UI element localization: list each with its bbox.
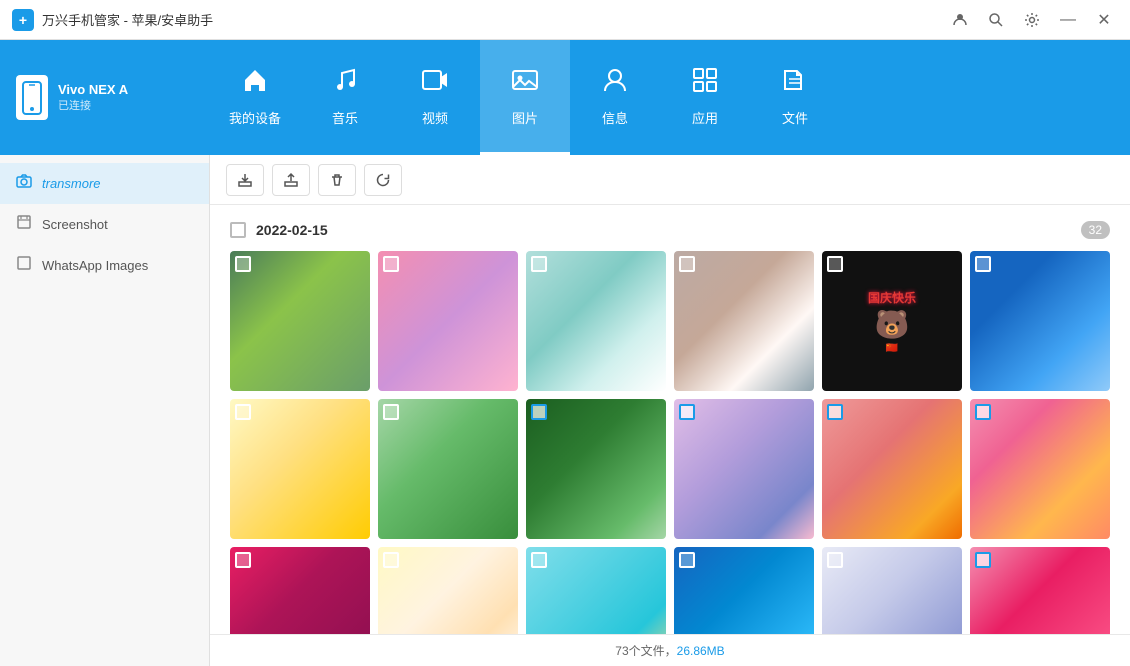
image-thumb[interactable] bbox=[378, 251, 518, 391]
nav-label-files: 文件 bbox=[782, 108, 808, 127]
date-count: 32 bbox=[1081, 221, 1110, 239]
image-thumb[interactable] bbox=[378, 399, 518, 539]
sidebar-label-whatsapp: WhatsApp Images bbox=[42, 258, 148, 273]
gallery-area[interactable]: 2022-02-15 32 bbox=[210, 205, 1130, 634]
thumb-checkbox[interactable] bbox=[827, 404, 843, 420]
thumb-checkbox[interactable] bbox=[235, 404, 251, 420]
toolbar bbox=[210, 155, 1130, 205]
device-name: Vivo NEX A bbox=[58, 82, 128, 97]
image-thumb[interactable] bbox=[230, 251, 370, 391]
title-bar: + 万兴手机管家 - 苹果/安卓助手 — ✕ bbox=[0, 0, 1130, 40]
thumb-checkbox[interactable] bbox=[531, 256, 547, 272]
thumb-checkbox[interactable] bbox=[679, 552, 695, 568]
nav-item-photos[interactable]: 图片 bbox=[480, 40, 570, 155]
apps-icon bbox=[690, 65, 720, 102]
nav-label-apps: 应用 bbox=[692, 108, 718, 127]
thumb-checkbox[interactable] bbox=[383, 552, 399, 568]
thumb-checkbox[interactable] bbox=[679, 256, 695, 272]
export-button[interactable] bbox=[272, 164, 310, 196]
thumb-checkbox[interactable] bbox=[235, 256, 251, 272]
image-thumb[interactable] bbox=[970, 251, 1110, 391]
image-thumb[interactable] bbox=[970, 399, 1110, 539]
thumb-checkbox[interactable] bbox=[531, 552, 547, 568]
footer: 73个文件， 26.86MB bbox=[210, 634, 1130, 666]
date-select-checkbox[interactable] bbox=[230, 222, 246, 238]
app-title: 万兴手机管家 - 苹果/安卓助手 bbox=[42, 10, 946, 29]
search-icon[interactable] bbox=[982, 6, 1010, 34]
image-thumb[interactable] bbox=[674, 547, 814, 634]
thumb-checkbox[interactable] bbox=[383, 404, 399, 420]
image-grid: 国庆快乐 🐻 🇨🇳 bbox=[230, 251, 1110, 634]
nav-label-music: 音乐 bbox=[332, 108, 358, 127]
date-header: 2022-02-15 32 bbox=[230, 221, 1110, 239]
messages-icon bbox=[600, 65, 630, 102]
nav-label-my-device: 我的设备 bbox=[229, 108, 281, 127]
image-thumb[interactable] bbox=[674, 251, 814, 391]
nav-items: 我的设备 音乐 视频 图片 信息 bbox=[210, 40, 1130, 155]
sidebar-label-screenshot: Screenshot bbox=[42, 217, 108, 232]
sidebar-item-screenshot[interactable]: Screenshot bbox=[0, 204, 209, 245]
device-info: Vivo NEX A 已连接 bbox=[0, 40, 210, 155]
thumb-checkbox[interactable] bbox=[975, 404, 991, 420]
footer-count: 73个文件， bbox=[615, 642, 676, 659]
content-area: 2022-02-15 32 bbox=[210, 155, 1130, 666]
image-thumb[interactable] bbox=[526, 251, 666, 391]
date-group: 2022-02-15 32 bbox=[230, 221, 1110, 634]
thumb-checkbox[interactable] bbox=[679, 404, 695, 420]
nav-label-video: 视频 bbox=[422, 108, 448, 127]
thumb-checkbox[interactable] bbox=[235, 552, 251, 568]
delete-button[interactable] bbox=[318, 164, 356, 196]
sidebar-label-transmore: transmore bbox=[42, 176, 101, 191]
window-controls: — ✕ bbox=[946, 6, 1118, 34]
nav-item-my-device[interactable]: 我的设备 bbox=[210, 40, 300, 155]
minimize-button[interactable]: — bbox=[1054, 6, 1082, 34]
camera-icon bbox=[16, 173, 32, 194]
refresh-button[interactable] bbox=[364, 164, 402, 196]
device-status: 已连接 bbox=[58, 97, 128, 113]
image-thumb[interactable] bbox=[230, 547, 370, 634]
account-icon[interactable] bbox=[946, 6, 974, 34]
image-thumb[interactable] bbox=[822, 547, 962, 634]
footer-size: 26.86MB bbox=[677, 644, 725, 658]
nav-item-music[interactable]: 音乐 bbox=[300, 40, 390, 155]
nav-label-messages: 信息 bbox=[602, 108, 628, 127]
device-icon bbox=[16, 75, 48, 120]
image-thumb[interactable] bbox=[526, 547, 666, 634]
music-icon bbox=[330, 65, 360, 102]
sidebar-item-whatsapp[interactable]: WhatsApp Images bbox=[0, 245, 209, 286]
thumb-checkbox[interactable] bbox=[975, 552, 991, 568]
thumb-checkbox[interactable] bbox=[531, 404, 547, 420]
image-thumb[interactable] bbox=[378, 547, 518, 634]
image-thumb[interactable] bbox=[526, 399, 666, 539]
nav-item-messages[interactable]: 信息 bbox=[570, 40, 660, 155]
image-thumb[interactable] bbox=[822, 399, 962, 539]
close-button[interactable]: ✕ bbox=[1090, 6, 1118, 34]
import-button[interactable] bbox=[226, 164, 264, 196]
date-label: 2022-02-15 bbox=[256, 222, 328, 238]
settings-icon[interactable] bbox=[1018, 6, 1046, 34]
video-icon bbox=[420, 65, 450, 102]
image-thumb[interactable] bbox=[970, 547, 1110, 634]
image-thumb[interactable]: 国庆快乐 🐻 🇨🇳 bbox=[822, 251, 962, 391]
sidebar: transmore Screenshot WhatsApp Images bbox=[0, 155, 210, 666]
thumb-checkbox[interactable] bbox=[827, 552, 843, 568]
app-logo: + bbox=[12, 9, 34, 31]
thumb-checkbox[interactable] bbox=[383, 256, 399, 272]
screenshot-icon bbox=[16, 214, 32, 235]
thumb-checkbox[interactable] bbox=[975, 256, 991, 272]
photos-icon bbox=[510, 65, 540, 102]
nav-label-photos: 图片 bbox=[512, 108, 538, 127]
main-layout: transmore Screenshot WhatsApp Images bbox=[0, 155, 1130, 666]
files-icon bbox=[780, 65, 810, 102]
sidebar-item-transmore[interactable]: transmore bbox=[0, 163, 209, 204]
home-icon bbox=[240, 65, 270, 102]
image-thumb[interactable] bbox=[230, 399, 370, 539]
nav-bar: Vivo NEX A 已连接 我的设备 音乐 视频 图片 bbox=[0, 40, 1130, 155]
nav-item-video[interactable]: 视频 bbox=[390, 40, 480, 155]
image-thumb[interactable] bbox=[674, 399, 814, 539]
nav-item-files[interactable]: 文件 bbox=[750, 40, 840, 155]
whatsapp-icon bbox=[16, 255, 32, 276]
nav-item-apps[interactable]: 应用 bbox=[660, 40, 750, 155]
